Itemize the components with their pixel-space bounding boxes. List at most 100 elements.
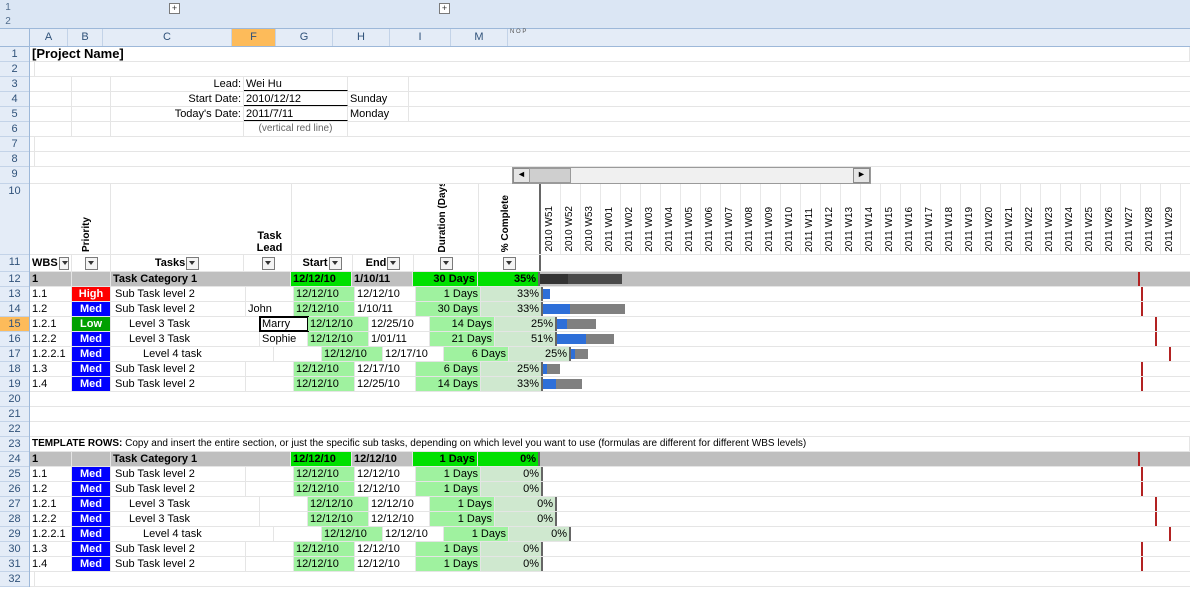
row-header-19[interactable]: 19 bbox=[0, 377, 29, 392]
t-task[interactable]: Level 3 Task bbox=[111, 497, 260, 511]
cat-pct[interactable]: 35% bbox=[478, 272, 540, 286]
start-date[interactable]: 12/12/10 bbox=[294, 287, 355, 301]
task-lead[interactable] bbox=[246, 377, 294, 391]
duration[interactable]: 21 Days bbox=[430, 332, 495, 346]
priority-badge[interactable]: Med bbox=[72, 377, 111, 391]
start-date[interactable]: 12/12/10 bbox=[308, 317, 369, 331]
col-header-M[interactable]: M bbox=[451, 29, 508, 46]
row-header-29[interactable]: 29 bbox=[0, 527, 29, 542]
task-name[interactable]: Sub Task level 2 bbox=[111, 287, 246, 301]
cell[interactable] bbox=[72, 452, 111, 466]
t-priority[interactable]: Med bbox=[72, 482, 111, 496]
cell[interactable] bbox=[30, 77, 72, 91]
t-wbs[interactable]: 1.2.1 bbox=[30, 497, 72, 511]
t-pct[interactable]: 0% bbox=[481, 467, 543, 481]
t-pct[interactable]: 0% bbox=[481, 542, 543, 556]
t-lead[interactable] bbox=[246, 542, 294, 556]
task-name[interactable]: Sub Task level 2 bbox=[111, 362, 246, 376]
scroll-right-button[interactable]: ► bbox=[853, 168, 870, 183]
outline-expand-1[interactable]: + bbox=[169, 3, 180, 14]
tasklead-filter-filter-dropdown[interactable] bbox=[262, 257, 275, 270]
cell[interactable] bbox=[30, 92, 72, 106]
t-dur[interactable]: 1 Days bbox=[416, 557, 481, 571]
row-header-31[interactable]: 31 bbox=[0, 557, 29, 572]
task-lead[interactable] bbox=[246, 287, 294, 301]
row-header-11[interactable]: 11 bbox=[0, 255, 29, 272]
cell[interactable] bbox=[111, 122, 244, 136]
t-wbs[interactable]: 1.2.2 bbox=[30, 512, 72, 526]
row-header-21[interactable]: 21 bbox=[0, 407, 29, 422]
end-date[interactable]: 12/25/10 bbox=[369, 317, 430, 331]
start-header-filter-dropdown[interactable] bbox=[329, 257, 342, 270]
cat2-wbs[interactable]: 1 bbox=[30, 452, 72, 466]
task-lead[interactable]: Sophie bbox=[260, 332, 308, 346]
row-header-9[interactable]: 9 bbox=[0, 167, 29, 184]
t-dur[interactable]: 1 Days bbox=[430, 497, 495, 511]
start-date[interactable]: 12/12/10 bbox=[294, 377, 355, 391]
t-task[interactable]: Level 3 Task bbox=[111, 512, 260, 526]
end-date[interactable]: 12/17/10 bbox=[355, 362, 416, 376]
t-wbs[interactable]: 1.3 bbox=[30, 542, 72, 556]
row-header-23[interactable]: 23 bbox=[0, 437, 29, 452]
t-end[interactable]: 12/12/10 bbox=[355, 467, 416, 481]
t-end[interactable]: 12/12/10 bbox=[355, 482, 416, 496]
row-header-28[interactable]: 28 bbox=[0, 512, 29, 527]
duration-filter[interactable] bbox=[414, 255, 479, 271]
t-task[interactable]: Sub Task level 2 bbox=[111, 467, 246, 481]
duration[interactable]: 30 Days bbox=[416, 302, 481, 316]
row-header-5[interactable]: 5 bbox=[0, 107, 29, 122]
t-task[interactable]: Level 4 task bbox=[111, 527, 274, 541]
t-lead[interactable] bbox=[246, 467, 294, 481]
row-header-1[interactable]: 1 bbox=[0, 47, 29, 62]
wbs[interactable]: 1.2 bbox=[30, 302, 72, 316]
priority-badge[interactable]: Med bbox=[72, 347, 111, 361]
row-header-2[interactable]: 2 bbox=[0, 62, 29, 77]
t-pct[interactable]: 0% bbox=[509, 527, 571, 541]
timeline-scrollbar[interactable]: ◄► bbox=[512, 167, 871, 184]
today-value[interactable]: 2011/7/11 bbox=[244, 107, 348, 121]
row-header-10[interactable]: 10 bbox=[0, 184, 29, 255]
cell[interactable] bbox=[72, 92, 111, 106]
cat-prio[interactable] bbox=[72, 272, 111, 286]
t-end[interactable]: 12/12/10 bbox=[355, 542, 416, 556]
t-lead[interactable] bbox=[260, 512, 308, 526]
scroll-thumb[interactable] bbox=[529, 168, 571, 183]
t-pct[interactable]: 0% bbox=[481, 482, 543, 496]
pct-complete[interactable]: 25% bbox=[509, 347, 571, 361]
row-header-13[interactable]: 13 bbox=[0, 287, 29, 302]
t-task[interactable]: Sub Task level 2 bbox=[111, 557, 246, 571]
wbs[interactable]: 1.2.2 bbox=[30, 332, 72, 346]
t-lead[interactable] bbox=[246, 557, 294, 571]
col-header-A[interactable]: A bbox=[30, 29, 68, 46]
wbs[interactable]: 1.1 bbox=[30, 287, 72, 301]
pct-filter-filter-dropdown[interactable] bbox=[503, 257, 516, 270]
task-lead[interactable]: Marry bbox=[260, 317, 308, 331]
cell[interactable] bbox=[30, 107, 72, 121]
priority-badge[interactable]: Med bbox=[72, 362, 111, 376]
end-date[interactable]: 12/12/10 bbox=[355, 287, 416, 301]
start-date[interactable]: 12/12/10 bbox=[294, 362, 355, 376]
start-date-value[interactable]: 2010/12/12 bbox=[244, 92, 348, 106]
task-lead[interactable] bbox=[246, 362, 294, 376]
end-date[interactable]: 12/25/10 bbox=[355, 377, 416, 391]
duration-filter-filter-dropdown[interactable] bbox=[440, 257, 453, 270]
end-header[interactable]: End bbox=[353, 255, 414, 271]
tasklead-filter[interactable] bbox=[244, 255, 292, 271]
pct-complete[interactable]: 25% bbox=[481, 362, 543, 376]
task-lead[interactable]: John bbox=[246, 302, 294, 316]
row-header-14[interactable]: 14 bbox=[0, 302, 29, 317]
wbs[interactable]: 1.2.2.1 bbox=[30, 347, 72, 361]
t-dur[interactable]: 1 Days bbox=[416, 482, 481, 496]
cat2-start[interactable]: 12/12/10 bbox=[291, 452, 352, 466]
cat-dur[interactable]: 30 Days bbox=[413, 272, 478, 286]
outline-expand-2[interactable]: + bbox=[439, 3, 450, 14]
wbs[interactable]: 1.4 bbox=[30, 377, 72, 391]
t-dur[interactable]: 1 Days bbox=[430, 512, 495, 526]
t-start[interactable]: 12/12/10 bbox=[294, 482, 355, 496]
row-header-3[interactable]: 3 bbox=[0, 77, 29, 92]
t-priority[interactable]: Med bbox=[72, 512, 111, 526]
cell[interactable] bbox=[72, 122, 111, 136]
cat2-dur[interactable]: 1 Days bbox=[413, 452, 478, 466]
priority-badge[interactable]: Med bbox=[72, 302, 111, 316]
priority-badge[interactable]: Low bbox=[72, 317, 111, 331]
